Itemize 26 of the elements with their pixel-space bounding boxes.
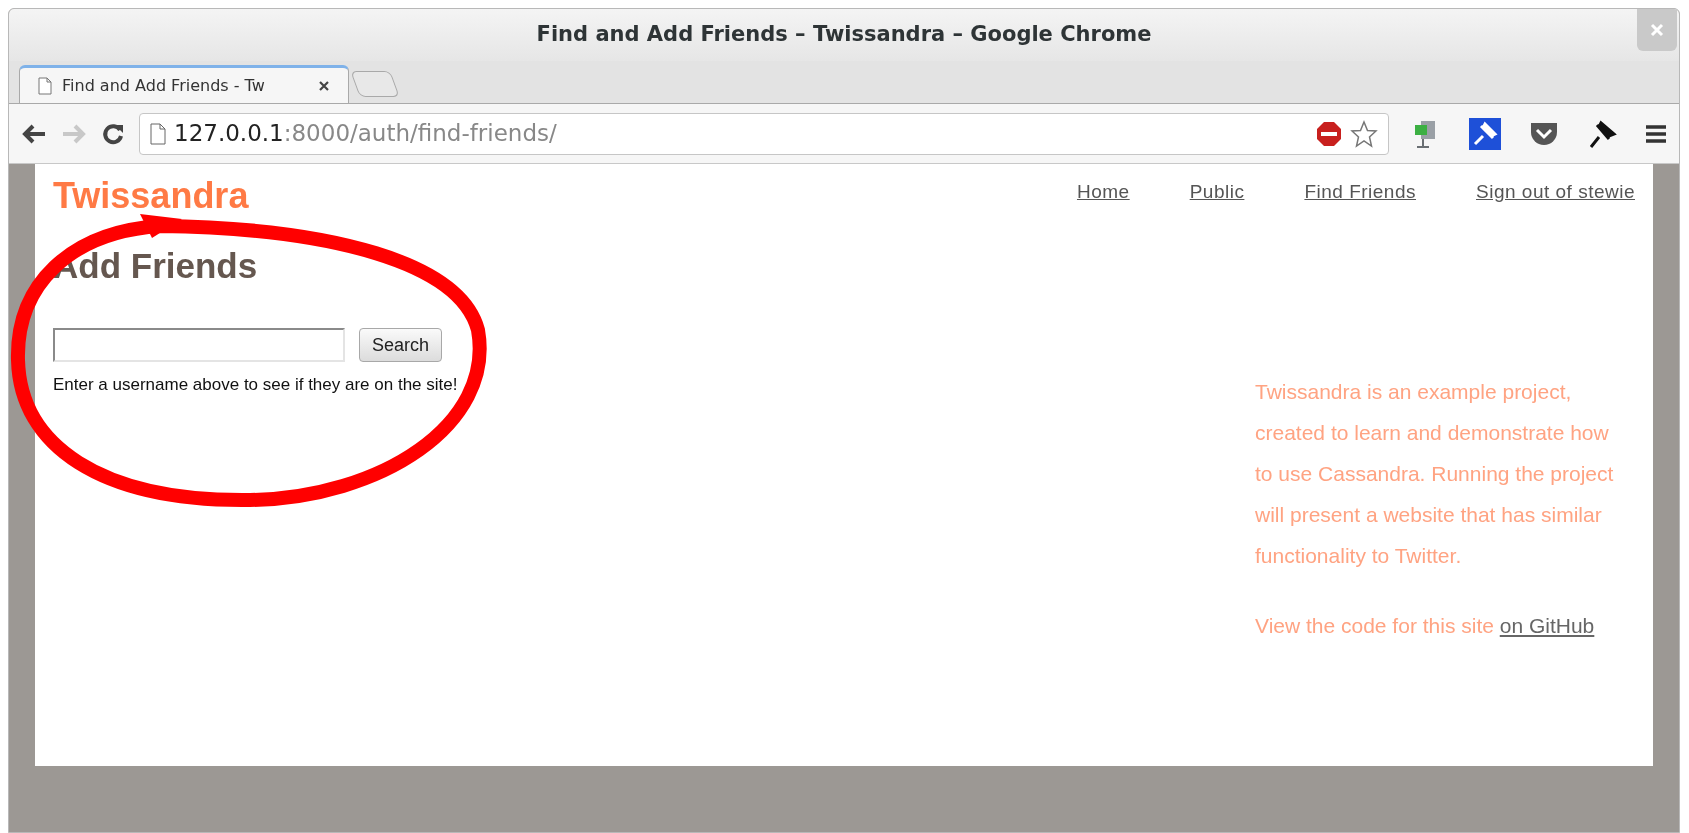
pin-icon[interactable] xyxy=(1469,117,1501,150)
github-link[interactable]: on GitHub xyxy=(1499,614,1595,637)
tab-title: Find and Add Friends - Tw xyxy=(62,74,265,97)
about-text: Twissandra is an example project, created to learn and demonstrate how to use Cassandra. Running the project will present a website that has similar functionality to Twitter. xyxy=(1255,379,1615,569)
nav-link[interactable]: Find Friends xyxy=(1304,178,1416,207)
nav-link[interactable]: Sign out of stewie xyxy=(1476,178,1635,207)
username-field[interactable] xyxy=(53,328,345,362)
close-icon[interactable] xyxy=(318,79,330,92)
browser-tab[interactable]: Find and Add Friends - Tw xyxy=(19,65,349,103)
reload-icon[interactable] xyxy=(101,121,125,146)
adblock-icon[interactable] xyxy=(1316,120,1342,147)
back-icon[interactable] xyxy=(21,122,47,145)
pin-icon[interactable] xyxy=(1587,118,1617,149)
window-title: Find and Add Friends – Twissandra – Google Chrome xyxy=(536,21,1152,49)
page-icon xyxy=(150,122,166,145)
nav-link[interactable]: Home xyxy=(1076,178,1130,207)
page-icon xyxy=(38,76,52,95)
hint-text: Enter a username above to see if they are on the site! xyxy=(53,374,459,396)
url-text: 127.0.0.1:8000/auth/find-friends/ xyxy=(174,119,557,149)
close-icon xyxy=(1650,23,1664,37)
code-label: View the code for this site xyxy=(1255,614,1494,637)
star-icon[interactable] xyxy=(1350,119,1378,148)
menu-icon[interactable] xyxy=(1645,123,1667,144)
search-button[interactable]: Search xyxy=(359,328,443,362)
address-bar[interactable]: 127.0.0.1:8000/auth/find-friends/ xyxy=(139,112,1389,155)
nav-link[interactable]: Public xyxy=(1189,178,1245,207)
